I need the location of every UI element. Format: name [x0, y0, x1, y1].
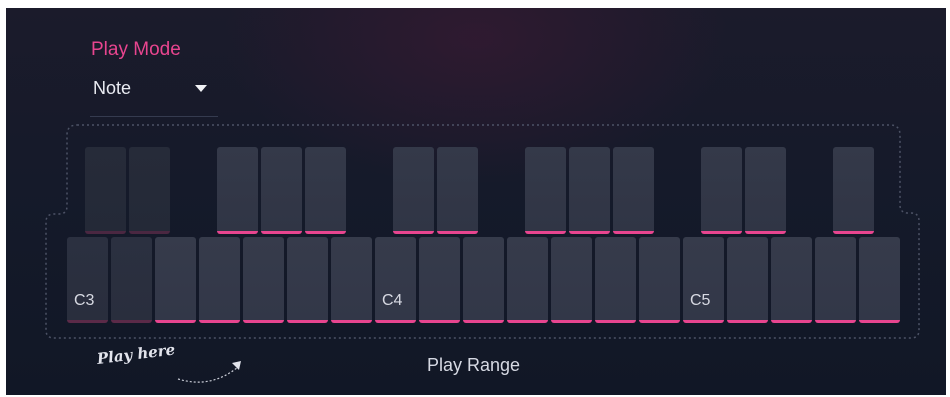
- white-key[interactable]: [859, 237, 900, 323]
- white-key[interactable]: [815, 237, 856, 323]
- white-key[interactable]: [551, 237, 592, 323]
- play-mode-panel: Play Mode Note C3 C4 C5 Play Range Play he…: [6, 8, 946, 395]
- play-mode-title: Play Mode: [91, 39, 181, 60]
- white-key[interactable]: [243, 237, 284, 323]
- white-key[interactable]: [727, 237, 768, 323]
- white-key[interactable]: [111, 237, 152, 323]
- black-key[interactable]: [129, 147, 170, 234]
- play-mode-dropdown[interactable]: Note: [90, 70, 218, 117]
- play-range-label: Play Range: [427, 355, 521, 375]
- white-key[interactable]: [199, 237, 240, 323]
- play-mode-value: Note: [93, 78, 132, 98]
- white-key[interactable]: [155, 237, 196, 323]
- black-key[interactable]: [745, 147, 786, 234]
- white-key[interactable]: [595, 237, 636, 323]
- white-key[interactable]: [419, 237, 460, 323]
- white-key[interactable]: [771, 237, 812, 323]
- white-key[interactable]: [683, 237, 724, 323]
- white-key[interactable]: [287, 237, 328, 323]
- black-key[interactable]: [305, 147, 346, 234]
- black-key[interactable]: [613, 147, 654, 234]
- white-key[interactable]: [331, 237, 372, 323]
- white-key[interactable]: [463, 237, 504, 323]
- black-key[interactable]: [437, 147, 478, 234]
- black-key[interactable]: [85, 147, 126, 234]
- black-key[interactable]: [525, 147, 566, 234]
- black-key[interactable]: [261, 147, 302, 234]
- black-key[interactable]: [833, 147, 874, 234]
- black-key[interactable]: [393, 147, 434, 234]
- black-key[interactable]: [701, 147, 742, 234]
- white-key[interactable]: [507, 237, 548, 323]
- white-key[interactable]: [375, 237, 416, 323]
- white-key[interactable]: [67, 237, 108, 323]
- white-key[interactable]: [639, 237, 680, 323]
- caret-down-icon: [195, 85, 207, 92]
- black-key[interactable]: [569, 147, 610, 234]
- curved-arrow-icon: [177, 361, 241, 383]
- black-key[interactable]: [217, 147, 258, 234]
